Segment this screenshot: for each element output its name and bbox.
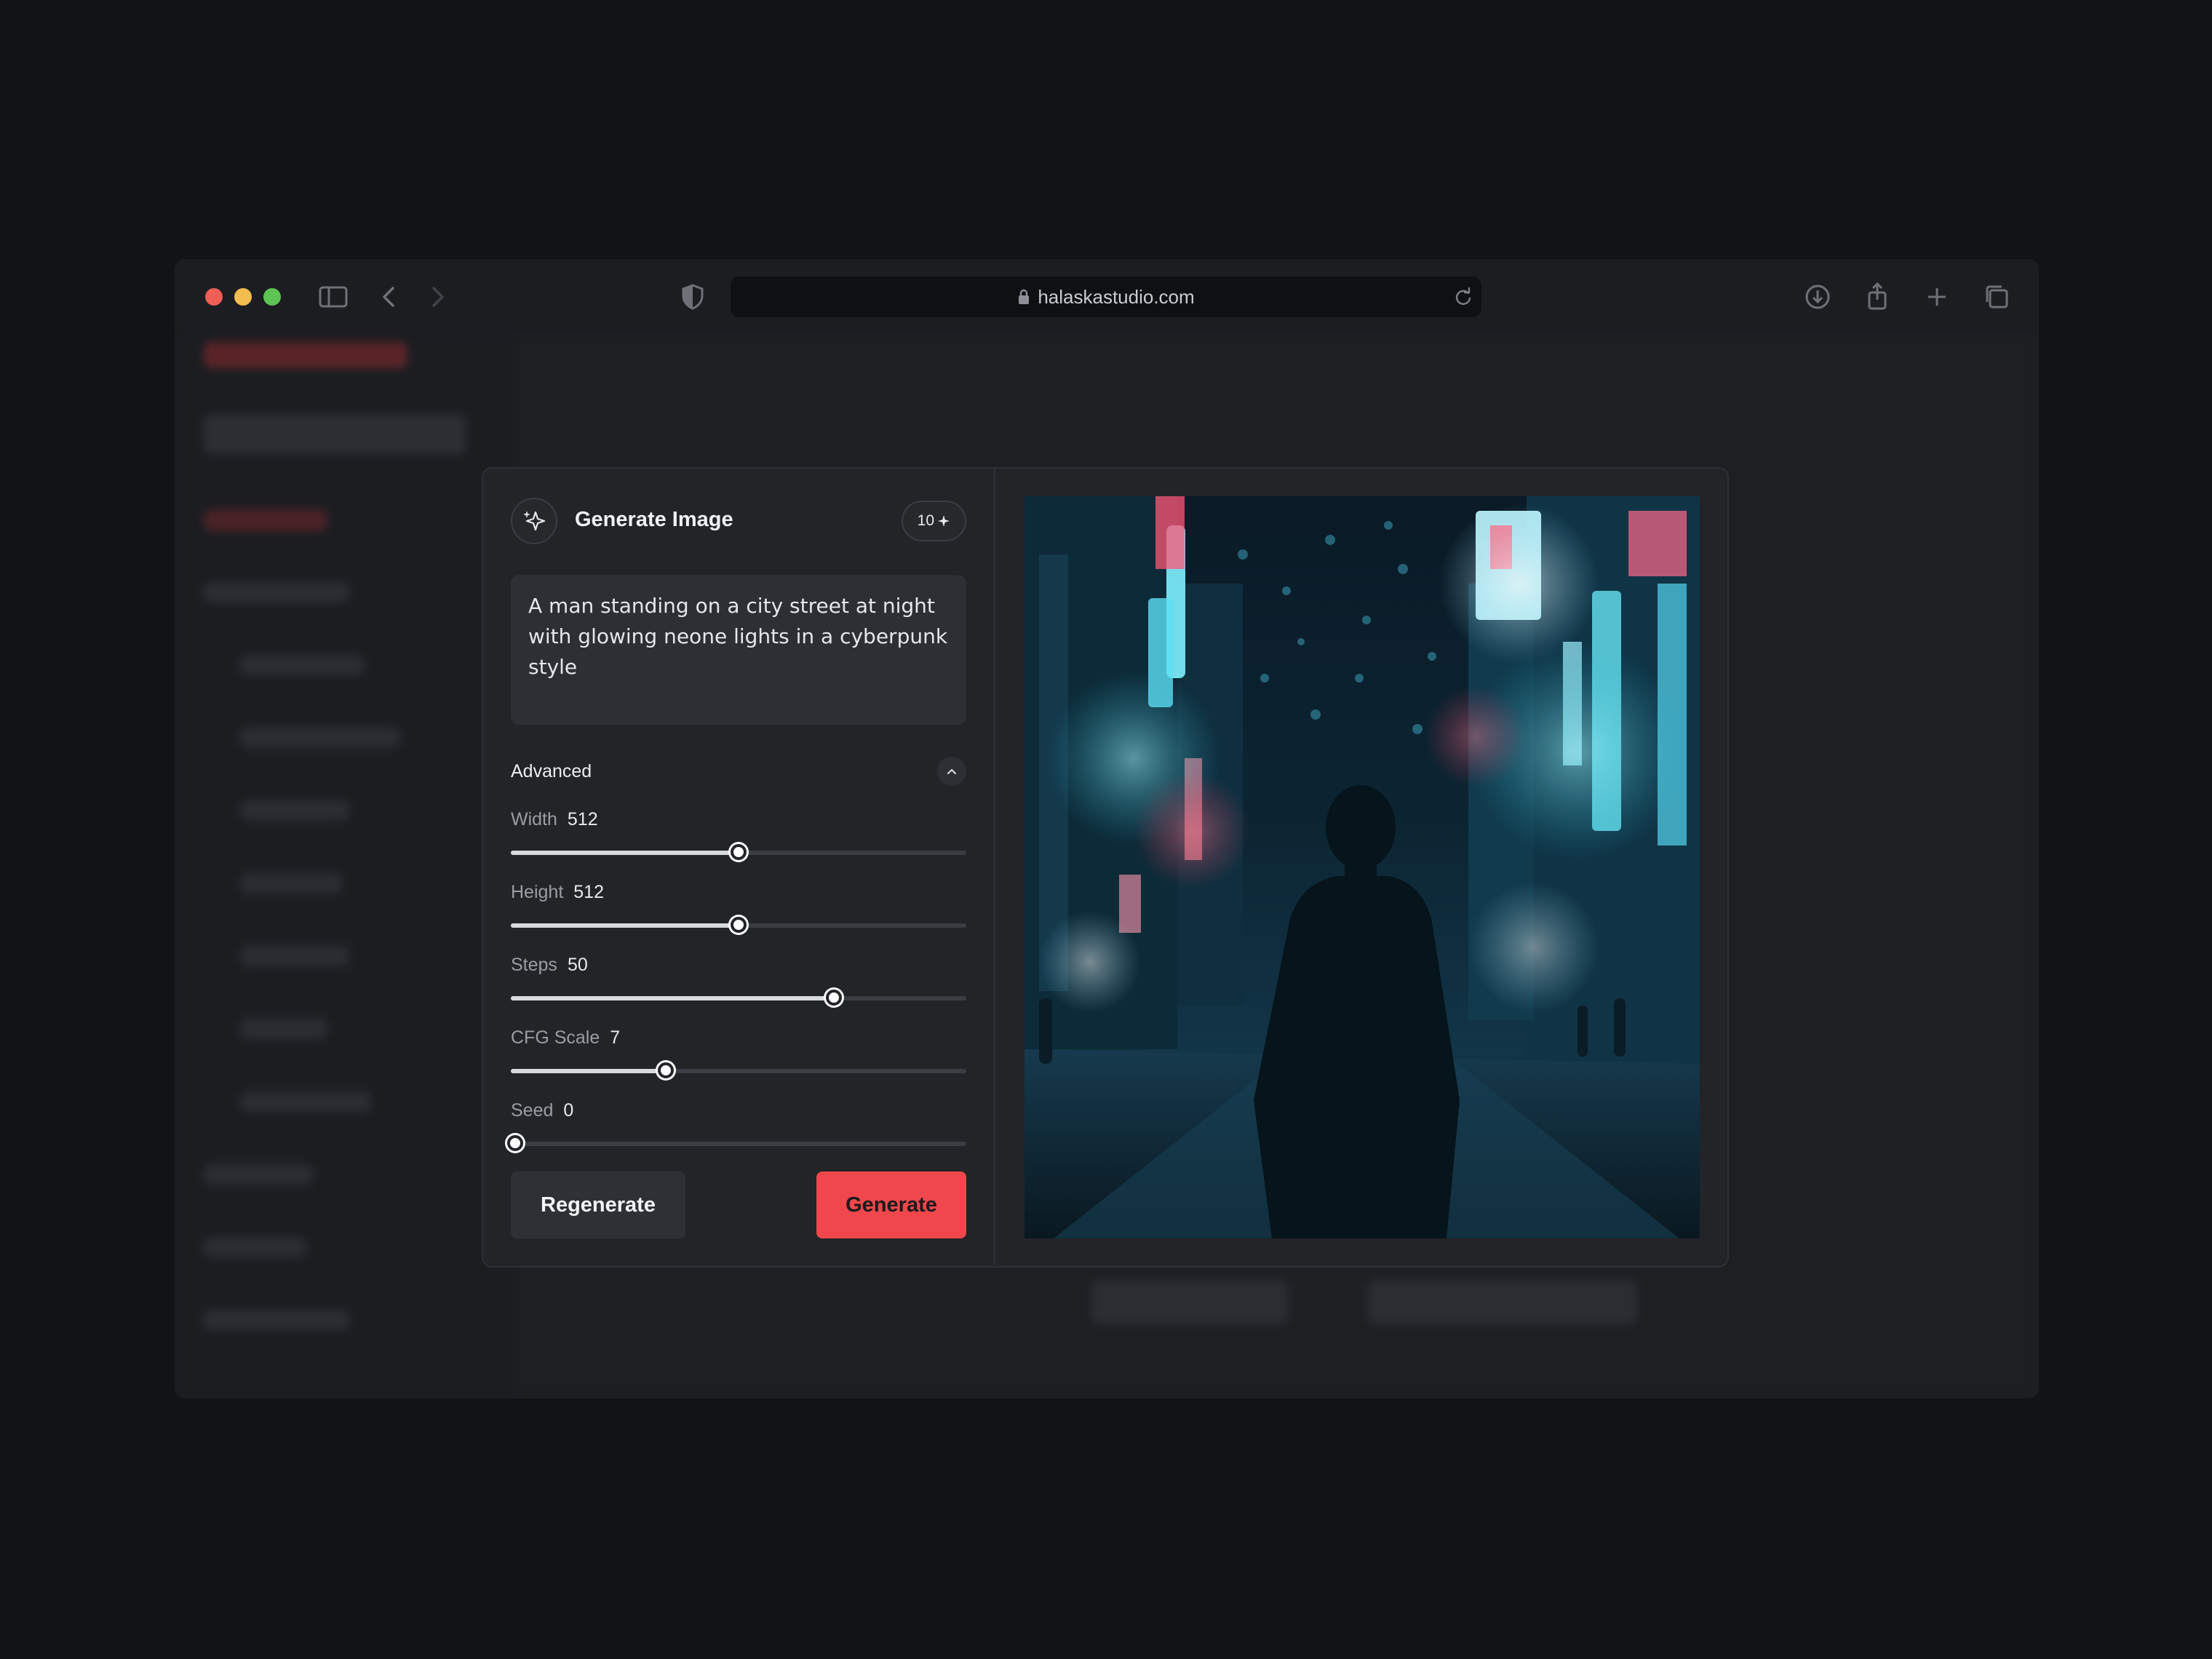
credits-count: 10 bbox=[917, 512, 934, 529]
download-icon[interactable] bbox=[1800, 279, 1835, 314]
forward-icon[interactable] bbox=[419, 279, 454, 314]
slider-track[interactable] bbox=[511, 990, 966, 1006]
advanced-label: Advanced bbox=[511, 761, 592, 781]
slider-value: 512 bbox=[567, 809, 598, 830]
address-bar[interactable]: halaskastudio.com bbox=[731, 276, 1481, 317]
width-slider: Width 512 bbox=[511, 809, 966, 882]
modal-title: Generate Image bbox=[575, 508, 733, 531]
slider-track[interactable] bbox=[511, 844, 966, 860]
new-tab-icon[interactable] bbox=[1919, 279, 1954, 314]
slider-track[interactable] bbox=[511, 917, 966, 933]
tabs-overview-icon[interactable] bbox=[1979, 279, 2014, 314]
browser-toolbar: halaskastudio.com bbox=[175, 259, 2039, 335]
slider-value: 50 bbox=[567, 955, 588, 975]
lock-icon bbox=[1019, 289, 1030, 304]
credits-badge: 10 bbox=[901, 501, 966, 541]
sparkle-icon bbox=[938, 515, 950, 527]
advanced-sliders: Width 512 Height 512 Steps 50 CFG Scale 7 Se… bbox=[507, 809, 966, 1173]
close-window-button[interactable] bbox=[205, 288, 223, 306]
modal-actions: Regenerate Generate bbox=[511, 1171, 966, 1238]
slider-track[interactable] bbox=[511, 1062, 966, 1078]
slider-track[interactable] bbox=[507, 1135, 966, 1151]
slider-value: 7 bbox=[610, 1027, 621, 1048]
slider-label: Height bbox=[511, 882, 564, 902]
regenerate-button[interactable]: Regenerate bbox=[511, 1171, 685, 1238]
steps-slider: Steps 50 bbox=[511, 955, 966, 1027]
chevron-up-icon[interactable] bbox=[937, 757, 966, 786]
slider-thumb[interactable] bbox=[731, 917, 747, 933]
zoom-window-button[interactable] bbox=[263, 288, 281, 306]
slider-thumb[interactable] bbox=[826, 990, 843, 1006]
back-icon[interactable] bbox=[373, 279, 407, 314]
reload-icon[interactable] bbox=[1452, 287, 1474, 309]
slider-value: 512 bbox=[573, 882, 604, 902]
url-text: halaskastudio.com bbox=[1038, 285, 1195, 308]
generate-button[interactable]: Generate bbox=[816, 1171, 966, 1238]
slider-label: Steps bbox=[511, 955, 557, 975]
share-icon[interactable] bbox=[1860, 279, 1895, 314]
slider-label: Width bbox=[511, 809, 557, 830]
settings-panel: Generate Image 10 A man standing on a ci… bbox=[483, 469, 995, 1266]
modal-header: Generate Image 10 bbox=[511, 498, 966, 547]
slider-thumb[interactable] bbox=[657, 1062, 674, 1078]
advanced-section-toggle[interactable]: Advanced bbox=[511, 755, 966, 787]
shield-icon[interactable] bbox=[675, 279, 710, 314]
prompt-input[interactable]: A man standing on a city street at night… bbox=[511, 575, 966, 725]
background-sidebar bbox=[175, 335, 517, 1399]
seed-slider: Seed 0 bbox=[507, 1100, 966, 1173]
generate-image-modal: Generate Image 10 A man standing on a ci… bbox=[482, 467, 1729, 1268]
slider-thumb[interactable] bbox=[731, 844, 747, 860]
minimize-window-button[interactable] bbox=[234, 288, 252, 306]
cfg-scale-slider: CFG Scale 7 bbox=[511, 1027, 966, 1100]
sparkles-icon bbox=[511, 498, 557, 544]
height-slider: Height 512 bbox=[511, 882, 966, 955]
slider-label: Seed bbox=[511, 1100, 554, 1121]
slider-label: CFG Scale bbox=[511, 1027, 600, 1048]
generated-image bbox=[1025, 496, 1700, 1238]
sidebar-icon[interactable] bbox=[316, 279, 351, 314]
slider-thumb[interactable] bbox=[507, 1135, 523, 1151]
slider-value: 0 bbox=[563, 1100, 574, 1121]
